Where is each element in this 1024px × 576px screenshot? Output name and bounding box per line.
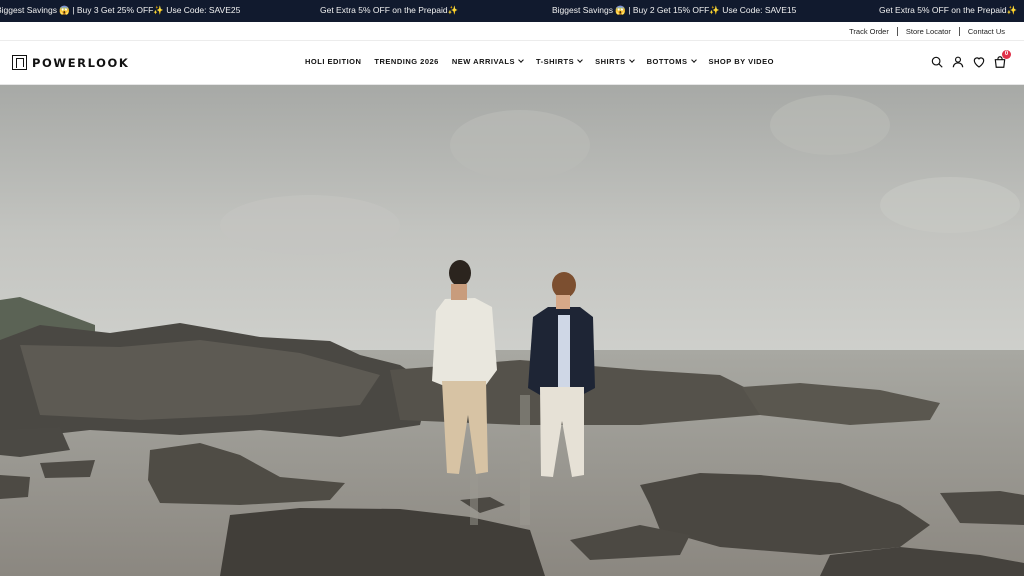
chevron-down-icon <box>577 57 583 63</box>
nav-item-label: HOLI EDITION <box>305 57 362 66</box>
main-nav: HOLI EDITION TRENDING 2026 NEW ARRIVALS … <box>305 57 787 66</box>
chevron-down-icon <box>690 57 697 63</box>
chevron-down-icon <box>628 57 635 63</box>
logo-mark-icon <box>12 55 27 70</box>
hero-image <box>0 85 1024 576</box>
nav-item-shirts[interactable]: SHIRTS <box>595 57 635 66</box>
heart-icon[interactable] <box>972 55 986 69</box>
divider <box>896 27 898 36</box>
contact-us-link[interactable]: Contact Us <box>968 27 1005 36</box>
nav-item-label: BOTTOMS <box>646 57 688 66</box>
cart-count-badge: 0 <box>1002 50 1011 59</box>
utility-bar: Track Order Store Locator Contact Us <box>0 22 1024 41</box>
nav-item-label: SHIRTS <box>595 57 626 66</box>
chevron-down-icon <box>518 57 524 63</box>
nav-item-shop-by-video[interactable]: SHOP BY VIDEO <box>709 57 774 66</box>
site-header: POWERLOOK HOLI EDITION TRENDING 2026 NEW… <box>0 41 1024 85</box>
track-order-link[interactable]: Track Order <box>849 27 889 36</box>
store-locator-link[interactable]: Store Locator <box>906 27 951 36</box>
utility-links: Track Order Store Locator Contact Us <box>849 27 1005 36</box>
announcement-bar: Biggest Savings 😱 | Buy 3 Get 25% OFF✨ U… <box>0 0 1024 22</box>
brand-name: POWERLOOK <box>32 55 130 70</box>
nav-item-label: TRENDING 2026 <box>374 57 439 66</box>
nav-item-bottoms[interactable]: BOTTOMS <box>646 57 697 66</box>
announcement-message: Biggest Savings 😱 | Buy 2 Get 15% OFF✨ U… <box>552 5 797 15</box>
announcement-message: Get Extra 5% OFF on the Prepaid✨ <box>879 5 1018 15</box>
nav-item-new-arrivals[interactable]: NEW ARRIVALS <box>451 57 524 66</box>
announcement-message: Get Extra 5% OFF on the Prepaid✨ <box>320 5 459 15</box>
nav-item-trending-2026[interactable]: TRENDING 2026 <box>374 57 438 66</box>
header-icons: 0 <box>923 50 1011 69</box>
user-icon[interactable] <box>951 55 965 69</box>
divider <box>958 27 960 36</box>
hero-banner[interactable] <box>0 85 1024 576</box>
nav-item-label: SHOP BY VIDEO <box>708 57 774 66</box>
brand-logo[interactable]: POWERLOOK <box>12 55 129 70</box>
announcement-message: Biggest Savings 😱 | Buy 3 Get 25% OFF✨ U… <box>0 5 241 15</box>
search-icon[interactable] <box>930 55 944 69</box>
nav-item-label: NEW ARRIVALS <box>451 57 515 66</box>
nav-item-t-shirts[interactable]: T-SHIRTS <box>535 57 583 66</box>
nav-item-label: T-SHIRTS <box>535 57 575 66</box>
bag-icon[interactable]: 0 <box>993 50 1011 69</box>
nav-item-holi-edition[interactable]: HOLI EDITION <box>305 57 361 66</box>
